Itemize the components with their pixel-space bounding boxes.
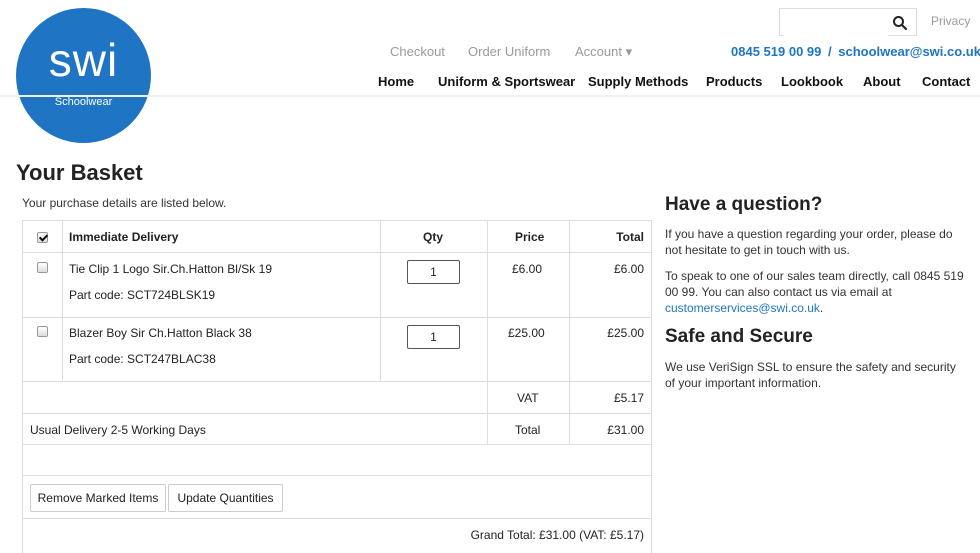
logo[interactable]: swi Schoolwear bbox=[16, 8, 151, 143]
item-price: £6.00 bbox=[512, 262, 543, 276]
secure-heading: Safe and Secure bbox=[665, 326, 813, 347]
logo-text: swi bbox=[48, 34, 119, 86]
nav-supply-methods[interactable]: Supply Methods bbox=[588, 74, 688, 89]
update-quantities-button[interactable]: Update Quantities bbox=[168, 484, 283, 512]
separator: / bbox=[828, 44, 832, 59]
remove-marked-button[interactable]: Remove Marked Items bbox=[30, 484, 166, 512]
item-name: Tie Clip 1 Logo Sir.Ch.Hatton Bl/Sk 19 bbox=[69, 262, 272, 276]
item-part-code: Part code: SCT724BLSK19 bbox=[69, 288, 216, 302]
basket-table: Immediate Delivery Qty Price Total Tie C… bbox=[22, 220, 652, 553]
question-text: If you have a question regarding your or… bbox=[665, 227, 953, 257]
search-input[interactable] bbox=[784, 10, 888, 36]
vat-value: £5.17 bbox=[613, 391, 644, 405]
select-all-checkbox[interactable] bbox=[37, 232, 48, 243]
nav-lookbook[interactable]: Lookbook bbox=[781, 74, 843, 89]
page-title: Your Basket bbox=[16, 160, 143, 185]
contact-text-body: To speak to one of our sales team direct… bbox=[665, 269, 964, 299]
item-part-code: Part code: SCT247BLAC38 bbox=[69, 352, 216, 366]
vat-label: VAT bbox=[517, 391, 539, 405]
item-total: £25.00 bbox=[607, 326, 644, 340]
col-header-price: Price bbox=[515, 230, 545, 244]
phone-number[interactable]: 0845 519 00 99 bbox=[731, 44, 821, 59]
privacy-link[interactable]: Privacy bbox=[931, 14, 970, 28]
col-header-qty: Qty bbox=[423, 230, 444, 244]
contact-line: 0845 519 00 99 / schoolwear@swi.co.uk bbox=[731, 44, 980, 59]
item-total: £6.00 bbox=[613, 262, 644, 276]
nav-contact[interactable]: Contact bbox=[922, 74, 970, 89]
total-value: £31.00 bbox=[607, 423, 644, 437]
basket-intro: Your purchase details are listed below. bbox=[22, 196, 227, 210]
contact-text: To speak to one of our sales team direct… bbox=[665, 268, 965, 316]
delivery-option: Usual Delivery 2-5 Working Days bbox=[30, 423, 206, 437]
order-uniform-link[interactable]: Order Uniform bbox=[468, 44, 550, 59]
quantity-input[interactable]: 1 bbox=[407, 325, 460, 349]
search-icon[interactable] bbox=[892, 15, 908, 31]
nav-about[interactable]: About bbox=[863, 74, 901, 89]
email-link[interactable]: schoolwear@swi.co.uk bbox=[838, 44, 980, 59]
logo-subtitle: Schoolwear bbox=[54, 96, 113, 108]
grand-total: Grand Total: £31.00 (VAT: £5.17) bbox=[470, 528, 644, 542]
col-header-item: Immediate Delivery bbox=[69, 230, 179, 244]
item-price: £25.00 bbox=[508, 326, 545, 340]
col-header-total: Total bbox=[616, 230, 644, 244]
nav-products[interactable]: Products bbox=[706, 74, 762, 89]
total-label: Total bbox=[515, 423, 541, 437]
account-menu[interactable]: Account ▾ bbox=[575, 44, 632, 60]
item-name: Blazer Boy Sir Ch.Hatton Black 38 bbox=[69, 326, 252, 340]
secure-text: We use VeriSign SSL to ensure the safety… bbox=[665, 360, 956, 390]
search-box bbox=[779, 8, 917, 36]
customer-services-email-link[interactable]: customerservices@swi.co.uk bbox=[665, 301, 820, 315]
question-heading: Have a question? bbox=[665, 194, 823, 215]
quantity-input[interactable]: 1 bbox=[407, 260, 460, 284]
header-divider bbox=[0, 95, 980, 97]
checkout-link[interactable]: Checkout bbox=[390, 44, 445, 59]
contact-text-end: . bbox=[819, 301, 824, 315]
item-checkbox[interactable] bbox=[37, 326, 48, 337]
item-checkbox[interactable] bbox=[37, 262, 48, 273]
nav-uniform-sportswear[interactable]: Uniform & Sportswear bbox=[438, 74, 575, 89]
nav-home[interactable]: Home bbox=[378, 74, 414, 89]
